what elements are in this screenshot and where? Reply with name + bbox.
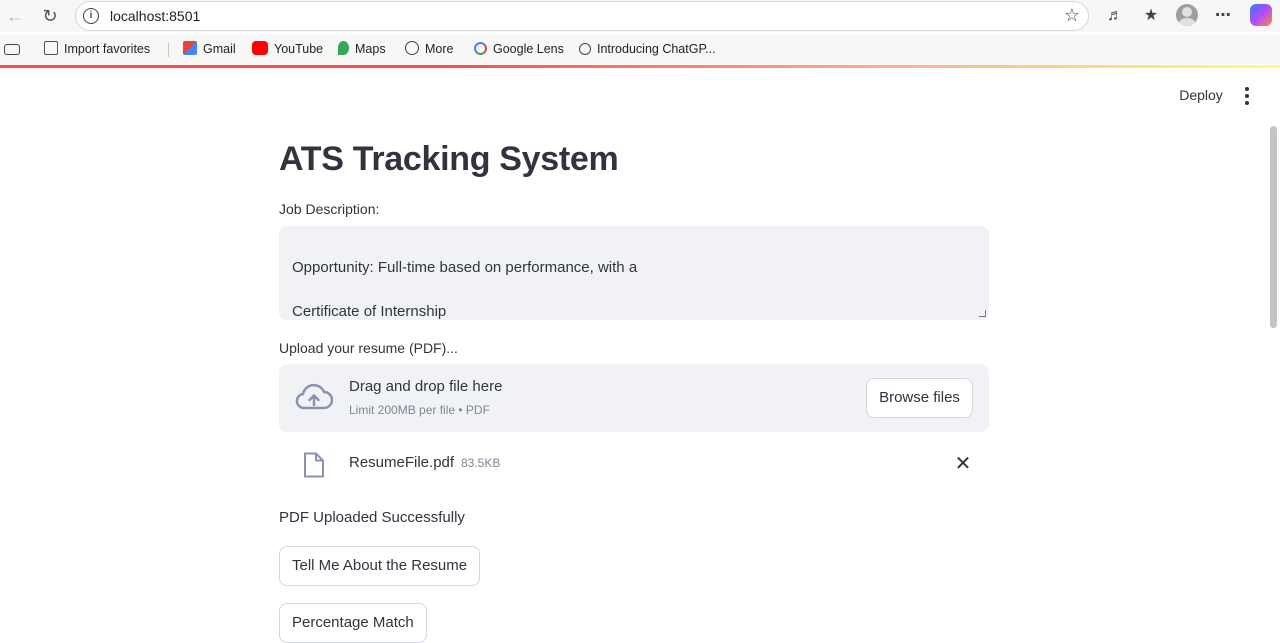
bookmarks-bar: Import favorites Gmail YouTube Maps More… xyxy=(0,34,1280,64)
bookmark-label: YouTube xyxy=(274,42,324,56)
job-description-textarea[interactable]: Opportunity: Full-time based on performa… xyxy=(279,226,989,320)
bookmark-import-favorites[interactable]: Import favorites xyxy=(44,41,150,59)
media-control-icon[interactable]: ♬ xyxy=(1103,4,1127,28)
favorites-icon[interactable]: ★ xyxy=(1139,4,1163,28)
chatgpt-icon xyxy=(579,43,591,55)
tell-me-about-resume-button[interactable]: Tell Me About the Resume xyxy=(279,546,481,586)
back-arrow-icon[interactable]: ← xyxy=(3,4,27,28)
bookmark-label: Import favorites xyxy=(64,42,151,56)
job-description-value[interactable]: Opportunity: Full-time based on performa… xyxy=(292,259,637,320)
dropzone-limit-text: Limit 200MB per file • PDF xyxy=(349,403,490,417)
bookmark-chatgpt[interactable]: Introducing ChatGP... xyxy=(579,41,716,59)
bookmark-separator xyxy=(168,43,169,57)
bookmark-maps[interactable]: Maps xyxy=(338,41,386,59)
address-url[interactable]: localhost:8501 xyxy=(110,8,200,24)
job-description-label: Job Description: xyxy=(279,201,380,217)
bookmark-youtube[interactable]: YouTube xyxy=(252,41,323,59)
browse-files-button[interactable]: Browse files xyxy=(866,378,973,418)
tab-actions-icon[interactable] xyxy=(4,41,26,59)
globe-icon xyxy=(405,41,419,55)
percentage-match-button[interactable]: Percentage Match xyxy=(279,603,427,643)
uploaded-file-name: ResumeFile.pdf xyxy=(349,454,455,471)
bookmark-label: Gmail xyxy=(203,42,236,56)
copilot-icon[interactable] xyxy=(1250,4,1272,26)
page-title: ATS Tracking System xyxy=(279,140,619,178)
dropzone-title: Drag and drop file here xyxy=(349,378,503,395)
google-icon xyxy=(474,42,487,55)
gmail-icon xyxy=(183,41,197,55)
bookmark-label: More xyxy=(425,42,454,56)
reload-icon[interactable]: ↻ xyxy=(38,4,62,28)
profile-avatar[interactable] xyxy=(1176,4,1198,26)
resize-handle-icon[interactable] xyxy=(979,310,986,317)
main-menu-icon[interactable] xyxy=(1238,84,1256,106)
uploaded-file-row: ResumeFile.pdf 83.5KB ✕ xyxy=(279,444,989,484)
favorite-star-icon[interactable]: ☆ xyxy=(1064,5,1080,26)
site-info-icon[interactable]: i xyxy=(83,8,99,24)
upload-status-text: PDF Uploaded Successfully xyxy=(279,509,465,526)
upload-label: Upload your resume (PDF)... xyxy=(279,340,458,356)
youtube-icon xyxy=(252,41,268,55)
cloud-upload-icon xyxy=(295,383,333,410)
deploy-button[interactable]: Deploy xyxy=(1170,84,1232,106)
page-scrollbar[interactable] xyxy=(1270,126,1277,328)
bookmark-gmail[interactable]: Gmail xyxy=(183,41,236,59)
bookmark-label: Google Lens xyxy=(493,42,564,56)
bookmark-google-lens[interactable]: Google Lens xyxy=(474,41,564,59)
remove-file-close-icon[interactable]: ✕ xyxy=(953,452,973,476)
bookmark-label: Introducing ChatGP... xyxy=(597,42,716,56)
address-bar[interactable]: i localhost:8501 ☆ xyxy=(75,1,1089,31)
uploaded-file-size: 83.5KB xyxy=(461,456,501,470)
file-dropzone[interactable]: Drag and drop file here Limit 200MB per … xyxy=(279,364,989,432)
bookmark-more[interactable]: More xyxy=(405,41,453,59)
app-page: Deploy ATS Tracking System Job Descripti… xyxy=(0,68,1280,643)
file-icon xyxy=(304,452,324,478)
import-favorites-icon xyxy=(44,41,58,55)
bookmark-label: Maps xyxy=(355,42,386,56)
more-options-icon[interactable]: ⋯ xyxy=(1211,4,1235,28)
browser-toolbar: ← ↻ i localhost:8501 ☆ ♬ ★ ⋯ xyxy=(0,0,1280,32)
maps-icon xyxy=(338,41,349,55)
